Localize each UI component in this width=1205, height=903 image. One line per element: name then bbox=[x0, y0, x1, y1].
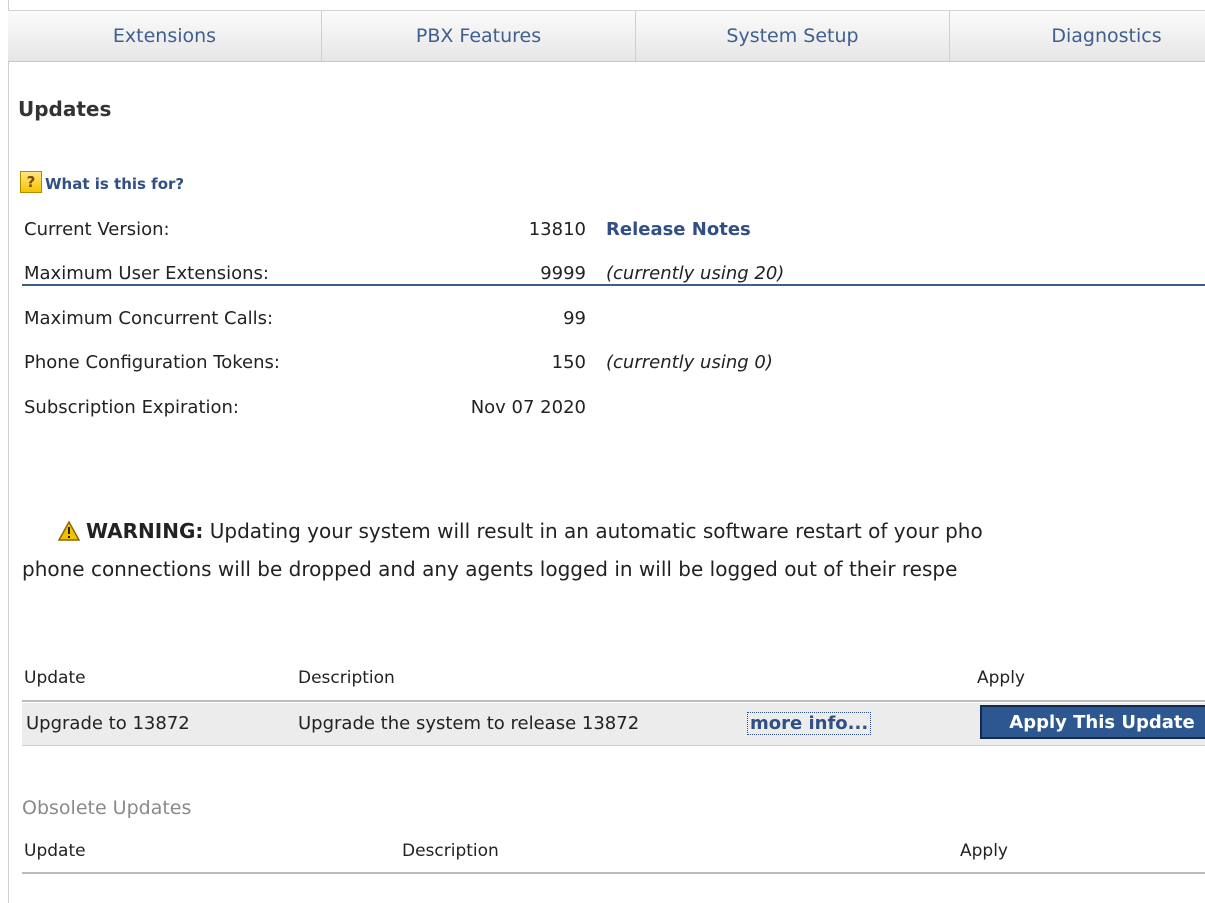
phone-config-tokens-label: Phone Configuration Tokens: bbox=[24, 352, 280, 373]
table-header-line bbox=[22, 700, 1205, 702]
apply-update-button[interactable]: Apply This Update bbox=[980, 705, 1205, 739]
warning-line-1: WARNING: Updating your system will resul… bbox=[22, 512, 1205, 550]
obsolete-column-header-update: Update bbox=[24, 841, 86, 861]
question-mark-icon[interactable]: ? bbox=[20, 170, 42, 193]
column-header-update: Update bbox=[24, 668, 86, 688]
update-description: Upgrade the system to release 13872 bbox=[298, 713, 640, 734]
tab-system-setup[interactable]: System Setup bbox=[636, 11, 950, 61]
updates-table-header: Update Description Apply bbox=[22, 668, 1205, 698]
tab-diagnostics[interactable]: Diagnostics bbox=[950, 11, 1205, 61]
help-section: ? What is this for? bbox=[20, 170, 184, 193]
current-version-label: Current Version: bbox=[24, 219, 170, 240]
phone-config-tokens-value: 150 bbox=[551, 352, 586, 373]
column-header-apply: Apply bbox=[977, 668, 1025, 688]
subscription-expiration-label: Subscription Expiration: bbox=[24, 397, 239, 418]
obsolete-updates-title: Obsolete Updates bbox=[22, 797, 192, 819]
release-notes-link[interactable]: Release Notes bbox=[606, 219, 751, 240]
phone-config-tokens-note: (currently using 0) bbox=[606, 352, 773, 373]
page-frame-border bbox=[8, 0, 9, 903]
tab-extensions[interactable]: Extensions bbox=[8, 11, 322, 61]
max-user-extensions-value: 9999 bbox=[540, 263, 586, 284]
column-header-description: Description bbox=[298, 668, 395, 688]
max-concurrent-calls-label: Maximum Concurrent Calls: bbox=[24, 308, 274, 329]
max-concurrent-calls-value: 99 bbox=[563, 308, 586, 329]
obsolete-column-header-description: Description bbox=[402, 841, 499, 861]
section-divider bbox=[22, 284, 1205, 286]
obsolete-table-header: Update Description Apply bbox=[22, 841, 1205, 871]
tab-pbx-features[interactable]: PBX Features bbox=[322, 11, 636, 61]
obsolete-table-header-line bbox=[22, 872, 1205, 874]
what-is-this-for-link[interactable]: What is this for? bbox=[45, 175, 184, 193]
current-version-value: 13810 bbox=[528, 219, 586, 240]
obsolete-column-header-apply: Apply bbox=[960, 841, 1008, 861]
more-info-link[interactable]: more info... bbox=[746, 712, 872, 735]
max-user-extensions-note: (currently using 20) bbox=[606, 263, 785, 284]
update-name: Upgrade to 13872 bbox=[26, 713, 190, 734]
subscription-expiration-value: Nov 07 2020 bbox=[470, 397, 586, 418]
warning-text-1: Updating your system will result in an a… bbox=[209, 519, 983, 543]
max-user-extensions-label: Maximum User Extensions: bbox=[24, 263, 269, 284]
table-row: Upgrade to 13872 Upgrade the system to r… bbox=[22, 703, 1205, 746]
main-nav: Extensions PBX Features System Setup Dia… bbox=[8, 10, 1205, 62]
page-title: Updates bbox=[18, 97, 112, 121]
warning-message: WARNING: Updating your system will resul… bbox=[22, 512, 1205, 588]
warning-text-2: phone connections will be dropped and an… bbox=[22, 557, 958, 581]
warning-triangle-icon bbox=[58, 521, 80, 541]
warning-label: WARNING: bbox=[86, 519, 204, 543]
